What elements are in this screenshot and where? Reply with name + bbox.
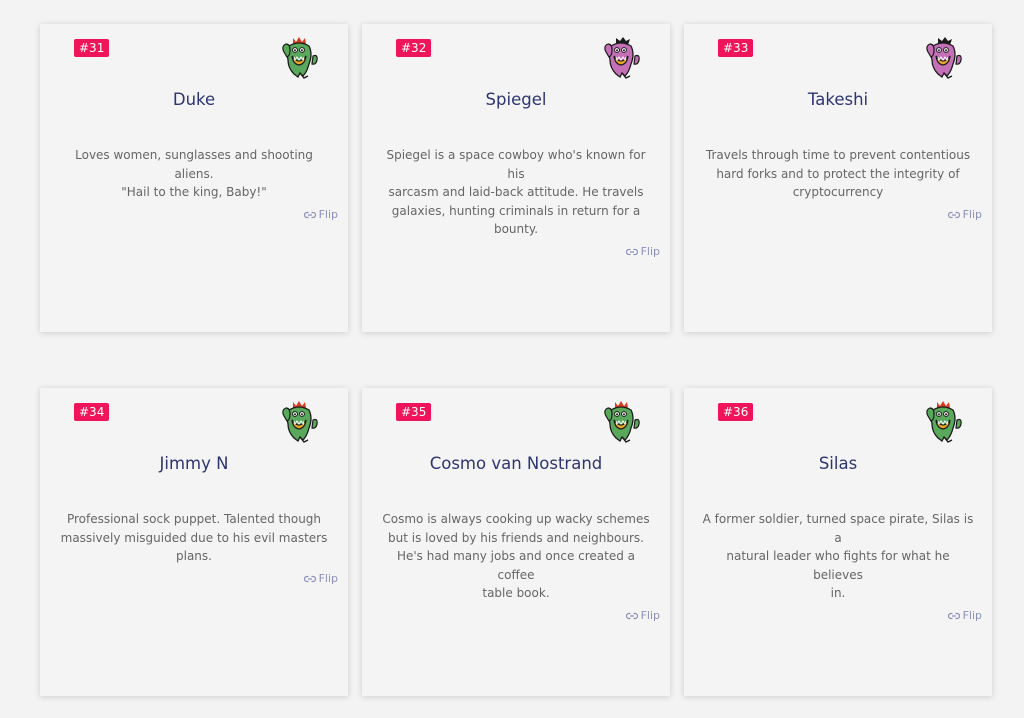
flip-label: Flip — [640, 244, 660, 258]
card-number-badge: #35 — [396, 403, 432, 421]
description-line: cryptocurrency — [792, 185, 884, 199]
character-name: Jimmy N — [159, 454, 229, 473]
character-description: A former soldier, turned space pirate, S… — [700, 510, 982, 625]
card-number-badge: #31 — [74, 39, 110, 57]
green-monster-icon — [926, 401, 962, 443]
description-line: massively misguided due to his evil mast… — [60, 530, 328, 545]
flip-label: Flip — [318, 207, 338, 221]
card-number-badge: #36 — [718, 403, 754, 421]
character-description: Travels through time to prevent contenti… — [700, 146, 982, 224]
description-line: Travels through time to prevent contenti… — [705, 148, 971, 162]
flip-button[interactable]: Flip — [56, 570, 338, 589]
flip-button[interactable]: Flip — [700, 607, 982, 626]
character-card[interactable]: #33 Takeshi Travels through time to prev… — [684, 24, 992, 332]
character-description: Loves women, sunglasses and shooting ali… — [56, 146, 338, 224]
flip-label: Flip — [640, 608, 660, 622]
description-line: hard forks and to protect the integrity … — [716, 166, 960, 181]
description-line: plans. — [176, 549, 212, 563]
character-card[interactable]: #35 Cosmo van Nostrand Cosmo is always c… — [362, 388, 670, 696]
green-monster-icon — [604, 401, 640, 443]
description-line: bounty. — [493, 222, 539, 236]
green-monster-icon — [282, 37, 318, 79]
description-line: Loves women, sunglasses and shooting ali… — [75, 148, 313, 181]
flip-link-icon — [303, 211, 316, 218]
character-name: Duke — [172, 90, 216, 109]
description-line: sarcasm and laid-back attitude. He trave… — [388, 185, 644, 199]
character-card[interactable]: #32 Spiegel Spiegel is a space cowboy wh… — [362, 24, 670, 332]
purple-monster-icon — [604, 37, 640, 79]
description-line: natural leader who fights for what he be… — [726, 549, 950, 582]
character-card[interactable]: #36 Silas A former soldier, turned space… — [684, 388, 992, 696]
character-description: Cosmo is always cooking up wacky schemes… — [378, 510, 660, 625]
description-line: but is loved by his friends and neighbou… — [388, 530, 644, 545]
flip-link-icon — [947, 612, 960, 619]
card-number-badge: #34 — [74, 403, 110, 421]
character-card[interactable]: #34 Jimmy N Professional sock puppet. Ta… — [40, 388, 348, 696]
flip-button[interactable]: Flip — [56, 206, 338, 225]
description-line: He's had many jobs and once created a co… — [396, 549, 636, 582]
character-description: Spiegel is a space cowboy who's known fo… — [378, 146, 660, 261]
character-name: Spiegel — [485, 90, 547, 109]
card-number-badge: #33 — [718, 39, 754, 57]
character-name: Silas — [818, 454, 858, 473]
description-line: table book. — [482, 586, 550, 600]
purple-monster-icon — [926, 37, 962, 79]
description-line: in. — [830, 586, 846, 600]
character-card-grid: #31 Duke Loves women, sunglasses and sho… — [0, 0, 1024, 718]
description-line: Cosmo is always cooking up wacky schemes — [382, 512, 650, 526]
description-line: Professional sock puppet. Talented thoug… — [66, 512, 322, 526]
flip-label: Flip — [318, 571, 338, 585]
flip-link-icon — [947, 211, 960, 218]
description-line: Spiegel is a space cowboy who's known fo… — [386, 148, 646, 181]
character-name: Takeshi — [807, 90, 869, 109]
description-line: "Hail to the king, Baby!" — [121, 185, 267, 199]
description-line: galaxies, hunting criminals in return fo… — [391, 203, 641, 218]
flip-link-icon — [625, 248, 638, 255]
flip-label: Flip — [962, 608, 982, 622]
flip-button[interactable]: Flip — [378, 243, 660, 262]
character-description: Professional sock puppet. Talented thoug… — [56, 510, 338, 588]
character-name: Cosmo van Nostrand — [429, 454, 603, 473]
flip-button[interactable]: Flip — [700, 206, 982, 225]
flip-link-icon — [625, 612, 638, 619]
flip-button[interactable]: Flip — [378, 607, 660, 626]
character-card[interactable]: #31 Duke Loves women, sunglasses and sho… — [40, 24, 348, 332]
card-number-badge: #32 — [396, 39, 432, 57]
description-line: A former soldier, turned space pirate, S… — [702, 512, 974, 545]
flip-link-icon — [303, 575, 316, 582]
flip-label: Flip — [962, 207, 982, 221]
green-monster-icon — [282, 401, 318, 443]
